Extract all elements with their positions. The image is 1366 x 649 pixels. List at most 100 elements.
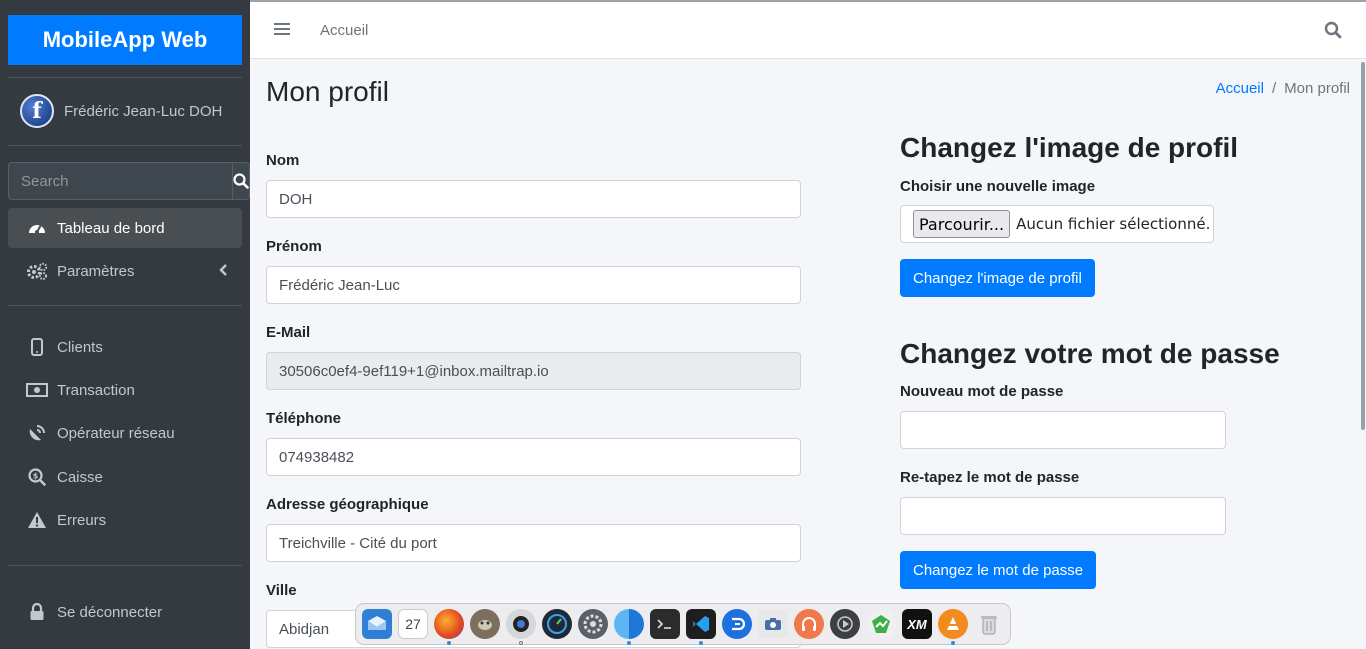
address-input[interactable] — [266, 524, 801, 562]
cogs-icon — [26, 261, 48, 281]
new-image-label: Choisir une nouvelle image — [900, 178, 1096, 195]
first-name-label: Prénom — [266, 238, 322, 255]
brand-logo[interactable]: MobileApp Web — [8, 15, 242, 65]
first-name-input[interactable] — [266, 266, 801, 304]
breadcrumb: Accueil / Mon profil — [1216, 80, 1350, 97]
breadcrumb-separator: / — [1271, 80, 1277, 97]
divider — [8, 565, 242, 566]
sidebar-item-errors[interactable]: Erreurs — [8, 500, 242, 540]
settings-icon[interactable] — [578, 609, 608, 639]
user-name[interactable]: Frédéric Jean-Luc DOH — [64, 103, 222, 120]
sidebar-item-dashboard[interactable]: Tableau de bord — [8, 208, 242, 248]
firefox-icon[interactable] — [434, 609, 464, 645]
browse-button[interactable]: Parcourir... — [913, 210, 1011, 238]
sidebar-item-network-operator[interactable]: Opérateur réseau — [8, 413, 242, 453]
sidebar-item-logout[interactable]: Se déconnecter — [8, 592, 242, 632]
vlc-icon[interactable] — [938, 609, 968, 645]
xm-label: XM — [907, 616, 927, 632]
sidebar-item-settings[interactable]: Paramètres — [8, 251, 242, 291]
nav-link-home[interactable]: Accueil — [320, 22, 368, 39]
xm-icon[interactable]: XM — [902, 609, 932, 639]
sidebar-item-label: Transaction — [57, 381, 135, 399]
speed-gauge-icon[interactable] — [542, 609, 572, 639]
running-indicator — [699, 641, 703, 645]
chevron-left-icon — [218, 263, 228, 281]
sidebar-item-label: Se déconnecter — [57, 603, 163, 621]
change-password-button[interactable]: Changez le mot de passe — [900, 551, 1097, 589]
top-navbar: Accueil — [250, 0, 1366, 59]
change-image-button[interactable]: Changez l'image de profil — [900, 259, 1095, 297]
sidebar-search-button[interactable] — [232, 162, 250, 200]
menu-toggle-button[interactable] — [274, 22, 290, 41]
breadcrumb-current: Mon profil — [1284, 80, 1350, 97]
tachometer-icon — [26, 218, 48, 238]
retype-password-label: Re-tapez le mot de passe — [900, 469, 1080, 486]
new-password-input[interactable] — [900, 411, 1226, 449]
running-indicator — [519, 641, 523, 645]
last-name-input[interactable] — [266, 180, 801, 218]
search-icon — [233, 173, 249, 189]
sidebar-search-input[interactable] — [8, 162, 232, 200]
sidebar: MobileApp Web f Frédéric Jean-Luc DOH Ta… — [0, 0, 250, 649]
mail-icon[interactable] — [362, 609, 392, 639]
avatar: f — [20, 94, 54, 128]
sidebar-item-label: Clients — [57, 338, 103, 356]
search-dollar-icon: $ — [26, 467, 48, 487]
terminal-icon[interactable] — [650, 609, 680, 639]
running-indicator — [627, 641, 631, 645]
phone-label: Téléphone — [266, 410, 342, 427]
sidebar-item-label: Opérateur réseau — [57, 424, 175, 442]
screenshot-icon[interactable] — [758, 609, 788, 639]
profile-image-section-title: Changez l'image de profil — [900, 132, 1239, 163]
calendar-icon[interactable]: 27 — [398, 609, 428, 639]
running-indicator — [447, 641, 451, 645]
file-input[interactable]: Parcourir... Aucun fichier sélectionné. — [900, 205, 1214, 243]
email-label: E-Mail — [266, 324, 311, 341]
city-label: Ville — [266, 582, 297, 599]
retype-password-input[interactable] — [900, 497, 1226, 535]
media-player-icon[interactable] — [830, 609, 860, 639]
svg-text:$: $ — [33, 472, 39, 481]
metatrader-icon[interactable] — [866, 609, 896, 639]
hamburger-icon — [274, 23, 290, 35]
scrollbar-thumb[interactable] — [1361, 62, 1365, 430]
warning-icon — [26, 510, 48, 530]
sidebar-item-clients[interactable]: Clients — [8, 327, 242, 367]
password-section-title: Changez votre mot de passe — [900, 338, 1280, 369]
money-bill-icon — [26, 380, 48, 400]
user-panel[interactable]: f Frédéric Jean-Luc DOH — [20, 94, 222, 128]
mobile-icon — [26, 337, 48, 357]
vscode-icon[interactable] — [686, 609, 716, 645]
running-indicator — [951, 641, 955, 645]
page-title: Mon profil — [266, 76, 389, 107]
file-status-text: Aucun fichier sélectionné. — [1016, 215, 1211, 233]
divider — [8, 77, 242, 78]
address-label: Adresse géographique — [266, 496, 429, 513]
navbar-search-button[interactable] — [1324, 21, 1342, 44]
app-dock: 27 XM — [355, 603, 1011, 645]
sidebar-item-label: Caisse — [57, 468, 103, 486]
music-icon[interactable] — [794, 609, 824, 639]
sidebar-item-cash[interactable]: $ Caisse — [8, 457, 242, 497]
discord-like-icon[interactable] — [722, 609, 752, 639]
calendar-day: 27 — [405, 616, 421, 632]
satellite-dish-icon — [26, 423, 48, 443]
trash-icon[interactable] — [974, 609, 1004, 639]
last-name-label: Nom — [266, 152, 300, 169]
search-icon — [1324, 21, 1342, 39]
new-password-label: Nouveau mot de passe — [900, 383, 1064, 400]
divider — [8, 305, 242, 306]
sidebar-item-label: Paramètres — [57, 262, 135, 280]
camera-lens-icon[interactable] — [506, 609, 536, 645]
breadcrumb-home-link[interactable]: Accueil — [1216, 80, 1264, 97]
phone-input[interactable] — [266, 438, 801, 476]
lock-icon — [26, 602, 48, 622]
divider — [8, 145, 242, 146]
sidebar-item-label: Erreurs — [57, 511, 107, 529]
sidebar-item-transaction[interactable]: Transaction — [8, 370, 242, 410]
finder-icon[interactable] — [614, 609, 644, 645]
email-input — [266, 352, 801, 390]
gimp-icon[interactable] — [470, 609, 500, 639]
sidebar-item-label: Tableau de bord — [57, 219, 165, 237]
sidebar-search — [8, 162, 250, 200]
